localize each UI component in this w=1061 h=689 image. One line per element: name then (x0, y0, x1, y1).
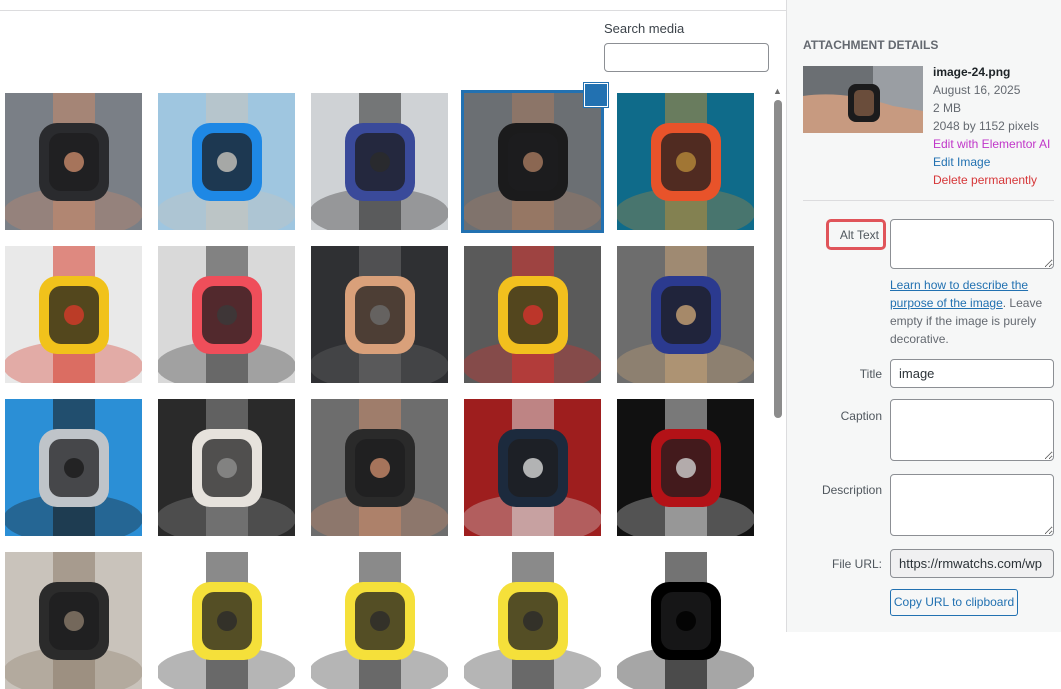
media-thumbnail[interactable] (311, 552, 448, 689)
watch-image (158, 93, 295, 230)
watch-image (311, 552, 448, 689)
media-thumbnail[interactable] (461, 90, 604, 233)
delete-permanently-link[interactable]: Delete permanently (933, 171, 1050, 189)
media-thumbnail[interactable] (617, 399, 754, 536)
edit-with-elementor-ai-link[interactable]: Edit with Elementor AI (933, 135, 1050, 153)
caption-field[interactable] (890, 399, 1054, 461)
watch-image (158, 246, 295, 383)
scrollbar-thumb[interactable] (774, 100, 782, 418)
watch-image (311, 93, 448, 230)
media-thumbnail[interactable] (311, 246, 448, 383)
watch-image (158, 399, 295, 536)
media-thumbnail[interactable] (464, 552, 601, 689)
title-label: Title (859, 367, 882, 381)
media-thumbnail[interactable] (617, 552, 754, 689)
media-thumbnail[interactable] (5, 399, 142, 536)
alt-text-highlight (826, 219, 886, 250)
media-thumbnail[interactable] (617, 246, 754, 383)
watch-image (464, 399, 601, 536)
upload-date: August 16, 2025 (933, 83, 1021, 97)
watch-image (617, 399, 754, 536)
media-thumbnail[interactable] (311, 93, 448, 230)
watch-image (617, 93, 754, 230)
watch-image (5, 399, 142, 536)
alt-text-help: Learn how to describe the purpose of the… (890, 276, 1060, 348)
top-divider (0, 10, 786, 11)
watch-image (617, 552, 754, 689)
caption-label: Caption (840, 409, 882, 423)
alt-text-field[interactable] (890, 219, 1054, 269)
scroll-up-arrow-icon[interactable]: ▲ (772, 86, 783, 96)
selected-check-icon[interactable] (584, 83, 608, 107)
watch-image (311, 246, 448, 383)
file-url-field[interactable]: https://rmwatchs.com/wp (890, 549, 1054, 578)
watch-image (5, 552, 142, 689)
copy-url-button[interactable]: Copy URL to clipboard (890, 589, 1018, 616)
description-label: Description (821, 483, 882, 497)
media-thumbnail[interactable] (464, 246, 601, 383)
edit-image-link[interactable]: Edit Image (933, 153, 1050, 171)
details-divider (803, 200, 1054, 201)
media-browser: Search media ▲ (0, 0, 786, 689)
title-field[interactable]: image (890, 359, 1054, 388)
media-thumbnail[interactable] (158, 246, 295, 383)
file-name: image-24.png (933, 65, 1011, 79)
watch-image (311, 399, 448, 536)
media-thumbnail[interactable] (158, 399, 295, 536)
watch-image (617, 246, 754, 383)
watch-image (464, 246, 601, 383)
watch-image (5, 93, 142, 230)
watch-image (5, 246, 142, 383)
watch-image (158, 552, 295, 689)
file-url-label: File URL: (831, 557, 882, 571)
media-thumbnail[interactable] (5, 552, 142, 689)
search-label: Search media (604, 21, 685, 36)
attachment-details-heading: ATTACHMENT DETAILS (803, 38, 939, 52)
media-thumbnail[interactable] (5, 93, 142, 230)
watch-image (464, 93, 601, 230)
description-field[interactable] (890, 474, 1054, 536)
media-thumbnail[interactable] (617, 93, 754, 230)
image-dimensions: 2048 by 1152 pixels (933, 119, 1039, 133)
attachment-thumbnail (803, 66, 923, 133)
media-thumbnail[interactable] (158, 552, 295, 689)
attachment-meta: image-24.png August 16, 2025 2 MB 2048 b… (933, 63, 1050, 189)
media-thumbnail[interactable] (311, 399, 448, 536)
media-thumbnail[interactable] (158, 93, 295, 230)
file-size: 2 MB (933, 101, 962, 115)
media-thumbnail[interactable] (5, 246, 142, 383)
search-input[interactable] (604, 43, 769, 72)
media-thumbnail[interactable] (464, 399, 601, 536)
attachment-details-sidebar: ATTACHMENT DETAILS image-24.png August 1… (786, 0, 1061, 632)
watch-image (464, 552, 601, 689)
